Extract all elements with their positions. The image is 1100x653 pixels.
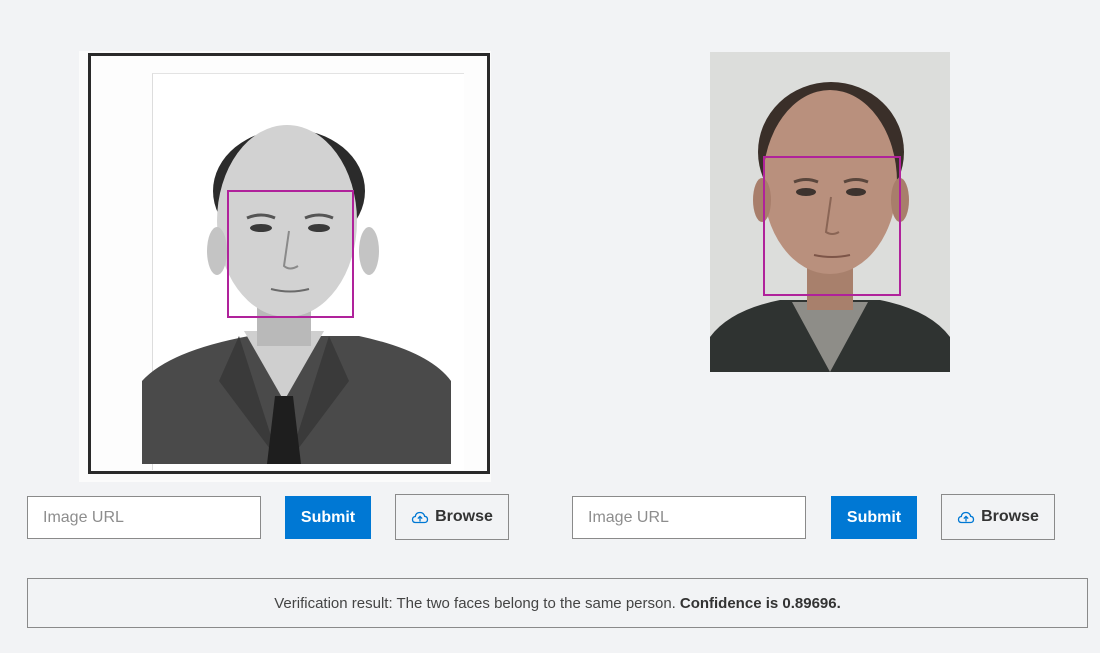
left-image-url-input[interactable] (27, 496, 261, 539)
right-face-image (710, 52, 950, 372)
left-browse-button[interactable]: Browse (395, 494, 509, 540)
cloud-upload-icon (411, 511, 429, 524)
right-image-url-input[interactable] (572, 496, 806, 539)
left-browse-label: Browse (435, 508, 493, 525)
cloud-upload-icon (957, 511, 975, 524)
right-submit-button[interactable]: Submit (831, 496, 917, 539)
confidence-text: Confidence is 0.89696. (679, 594, 841, 612)
right-browse-button[interactable]: Browse (941, 494, 1055, 540)
verification-result: Verification result: The two faces belon… (27, 578, 1088, 628)
result-text: Verification result: The two faces belon… (274, 594, 676, 612)
right-browse-label: Browse (981, 508, 1039, 525)
left-face-box (227, 190, 354, 318)
left-submit-button[interactable]: Submit (285, 496, 371, 539)
left-face-image (79, 51, 491, 482)
right-face-box (763, 156, 901, 296)
